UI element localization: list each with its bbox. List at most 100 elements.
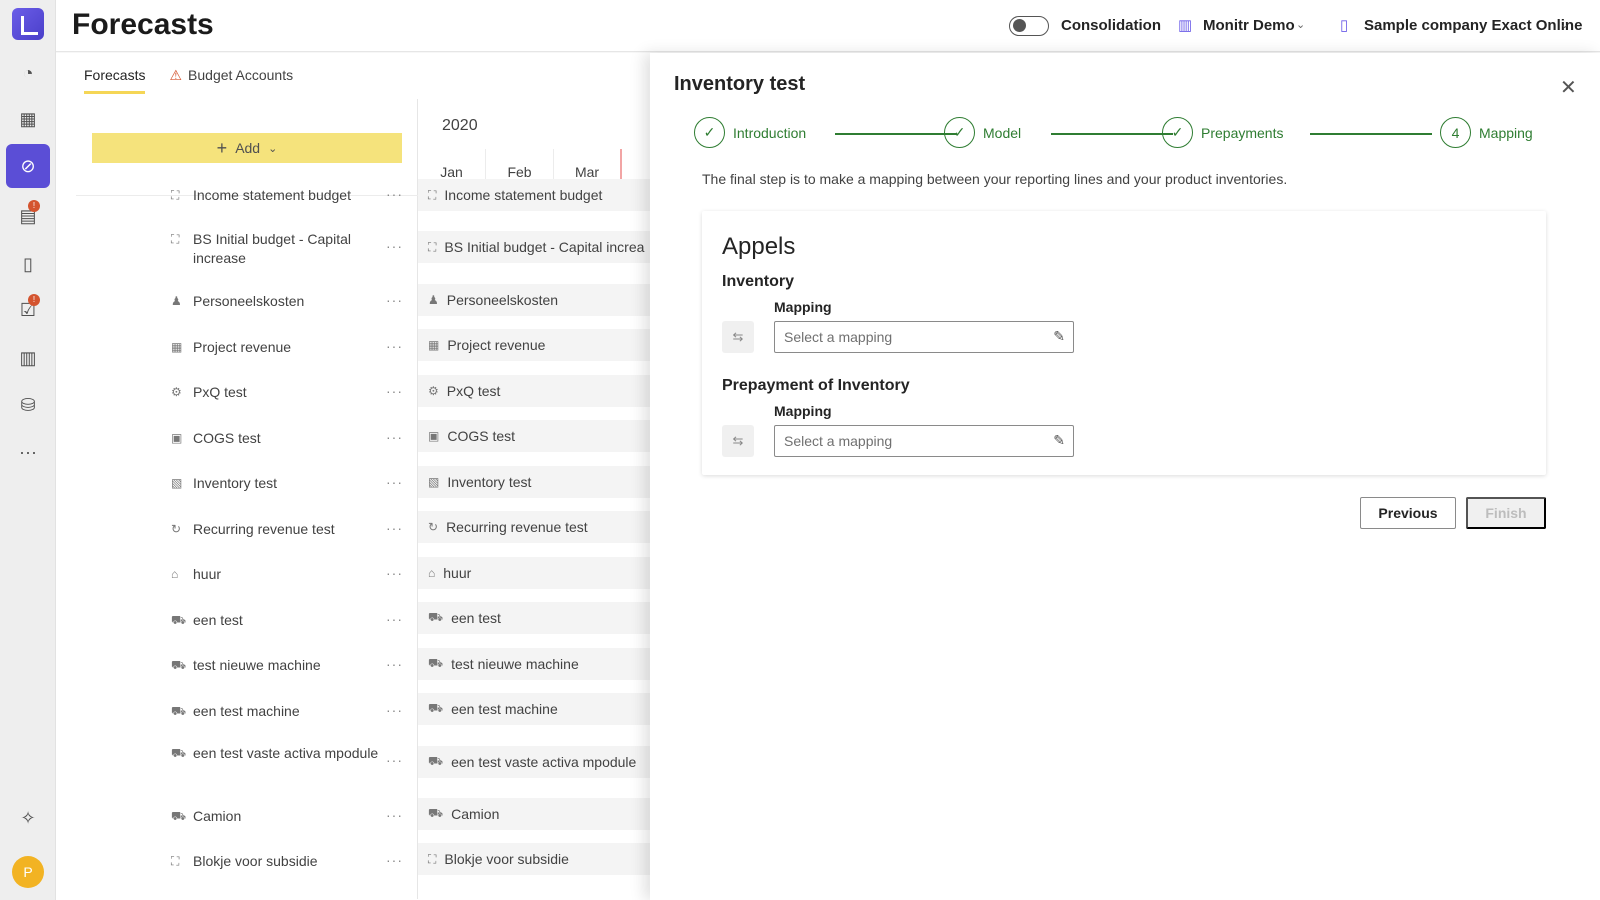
timeline-row[interactable]: ▧ Inventory test — [418, 466, 650, 498]
more-options-icon[interactable]: ··· — [386, 702, 403, 718]
add-button[interactable]: + Add ⌄ — [92, 133, 402, 163]
step-connector — [1051, 133, 1173, 135]
timeline-row[interactable]: ⛟ test nieuwe machine — [418, 648, 650, 680]
consolidation-label: Consolidation — [1061, 17, 1161, 34]
more-icon[interactable]: ··· — [6, 432, 50, 472]
more-options-icon[interactable]: ··· — [386, 752, 403, 768]
cogs-icon: ▣ — [171, 431, 183, 445]
more-options-icon[interactable]: ··· — [386, 429, 403, 445]
report-add-icon[interactable]: ▯ — [6, 244, 50, 284]
finish-button[interactable]: Finish — [1466, 497, 1546, 529]
timeline-row[interactable]: ⛟ een test vaste activa mpodule — [418, 746, 650, 778]
more-options-icon[interactable]: ··· — [386, 292, 403, 308]
forecast-row-label[interactable]: ↻ Recurring revenue test — [171, 520, 401, 539]
timeline-row[interactable]: ▦ Project revenue — [418, 329, 650, 361]
more-options-icon[interactable]: ··· — [386, 656, 403, 672]
timeline-row-text: Personeelskosten — [446, 292, 559, 308]
more-options-icon[interactable]: ··· — [386, 186, 403, 202]
timeline-row[interactable]: ⛟ een test machine — [418, 693, 650, 725]
pencil-icon[interactable]: ✎ — [1053, 432, 1065, 449]
timeline-row[interactable]: ⌂ huur — [418, 557, 650, 589]
mapping-icon: ⇆ — [722, 425, 754, 457]
more-options-icon[interactable]: ··· — [386, 338, 403, 354]
row-label-text: Project revenue — [193, 339, 292, 355]
add-button-label: Add — [235, 140, 261, 156]
step-prepayments[interactable]: ✓ Prepayments — [1162, 117, 1283, 148]
forecast-row-label[interactable]: ⛶ Blokje voor subsidie — [171, 852, 401, 871]
building-icon[interactable]: ▥ — [6, 338, 50, 378]
forecast-row-label[interactable]: ♟ Personeelskosten — [171, 292, 401, 311]
timeline-row[interactable]: ⚙ PxQ test — [418, 375, 650, 407]
timeline-row[interactable]: ⛶ Income statement budget — [418, 179, 650, 211]
timeline-row[interactable]: ♟ Personeelskosten — [418, 284, 650, 316]
step-model[interactable]: ✓ Model — [944, 117, 1021, 148]
timeline-row[interactable]: ⛟ Camion — [418, 798, 650, 830]
forecast-row-label[interactable]: ⛶ Income statement budget — [171, 186, 401, 205]
chat-sparkle-icon[interactable]: ✧ — [6, 798, 50, 838]
timeline-row[interactable]: ⛟ een test — [418, 602, 650, 634]
forecast-row-label[interactable]: ⛟ een test machine — [171, 702, 401, 721]
grid-icon[interactable]: ▦ — [6, 99, 50, 139]
forecast-row-label[interactable]: ▦ Project revenue — [171, 338, 401, 357]
forecast-row-label[interactable]: ⛟ een test vaste activa mpodule — [171, 744, 401, 763]
timeline-row[interactable]: ↻ Recurring revenue test — [418, 511, 650, 543]
forecast-row-label[interactable]: ▣ COGS test — [171, 429, 401, 448]
more-options-icon[interactable]: ··· — [386, 852, 403, 868]
row-label-text: Camion — [193, 808, 242, 824]
row-label-text: BS Initial budget - Capital increase — [193, 231, 351, 266]
more-options-icon[interactable]: ··· — [386, 807, 403, 823]
tenant-selector[interactable]: Monitr Demo — [1203, 17, 1295, 34]
top-header: Forecasts Consolidation ▥ Monitr Demo ⌄ … — [56, 0, 1600, 52]
forecasts-nav-icon[interactable]: ⊘ — [6, 144, 50, 188]
avatar[interactable]: P — [12, 856, 44, 888]
timeline-row-text: PxQ test — [446, 383, 501, 399]
forecast-row-label[interactable]: ⌂ huur — [171, 565, 401, 584]
budget-icon: ⛶ — [171, 188, 180, 202]
inventory-mapping-select[interactable]: Select a mapping ✎ — [774, 321, 1074, 353]
forecast-row-label[interactable]: ⛶ BS Initial budget - Capital increase — [171, 230, 401, 268]
timeline-row[interactable]: ⛶ Blokje voor subsidie — [418, 843, 650, 875]
dashboard-icon[interactable]: ◔ — [6, 53, 50, 93]
tab-budget-accounts[interactable]: ⚠ Budget Accounts — [169, 67, 293, 94]
table-warning-icon[interactable]: ▤! — [6, 196, 50, 236]
consolidation-toggle[interactable] — [1009, 16, 1049, 36]
more-options-icon[interactable]: ··· — [386, 238, 403, 254]
prepayment-mapping-select[interactable]: Select a mapping ✎ — [774, 425, 1074, 457]
step-label: Prepayments — [1201, 124, 1284, 141]
more-options-icon[interactable]: ··· — [386, 611, 403, 627]
timeline-row-text: COGS test — [447, 428, 516, 444]
inventory-section-title: Inventory — [722, 273, 795, 290]
pxq-icon: ⚙ — [428, 384, 439, 398]
product-mapping-card: Appels Inventory Mapping ⇆ Select a mapp… — [702, 211, 1546, 475]
app-logo-icon[interactable] — [12, 8, 44, 40]
previous-button[interactable]: Previous — [1360, 497, 1456, 529]
forecast-row-label[interactable]: ⛟ een test — [171, 611, 401, 630]
company-selector[interactable]: Sample company Exact Online — [1364, 17, 1582, 34]
more-options-icon[interactable]: ··· — [386, 474, 403, 490]
more-options-icon[interactable]: ··· — [386, 565, 403, 581]
forecast-row-label[interactable]: ▧ Inventory test — [171, 474, 401, 493]
chevron-down-icon[interactable]: ⌄ — [1296, 18, 1305, 31]
timeline-row[interactable]: ⛶ BS Initial budget - Capital increa — [418, 231, 650, 263]
step-label: Mapping — [1479, 124, 1533, 141]
more-options-icon[interactable]: ··· — [386, 383, 403, 399]
chevron-down-icon[interactable]: ⌄ — [1560, 18, 1569, 31]
forecast-row-label[interactable]: ⛟ test nieuwe machine — [171, 656, 401, 675]
more-options-icon[interactable]: ··· — [386, 520, 403, 536]
tab-forecasts[interactable]: Forecasts — [84, 67, 146, 94]
close-icon[interactable]: ✕ — [1560, 75, 1577, 100]
step-introduction[interactable]: ✓ Introduction — [694, 117, 806, 148]
database-icon[interactable]: ⛁ — [6, 385, 50, 425]
asset-icon: ⛟ — [171, 613, 187, 627]
warning-badge: ! — [28, 200, 40, 212]
forecast-row-label[interactable]: ⛟ Camion — [171, 807, 401, 826]
step-mapping[interactable]: 4 Mapping — [1440, 117, 1533, 148]
asset-icon: ⛟ — [428, 806, 444, 820]
forecast-row-label[interactable]: ⚙ PxQ test — [171, 383, 401, 402]
budget-icon: ⛶ — [171, 854, 180, 868]
tasks-warning-icon[interactable]: ☑! — [6, 290, 50, 330]
timeline-row[interactable]: ▣ COGS test — [418, 420, 650, 452]
warning-badge: ! — [28, 294, 40, 306]
cogs-icon: ▣ — [428, 429, 440, 443]
pencil-icon[interactable]: ✎ — [1053, 328, 1065, 345]
